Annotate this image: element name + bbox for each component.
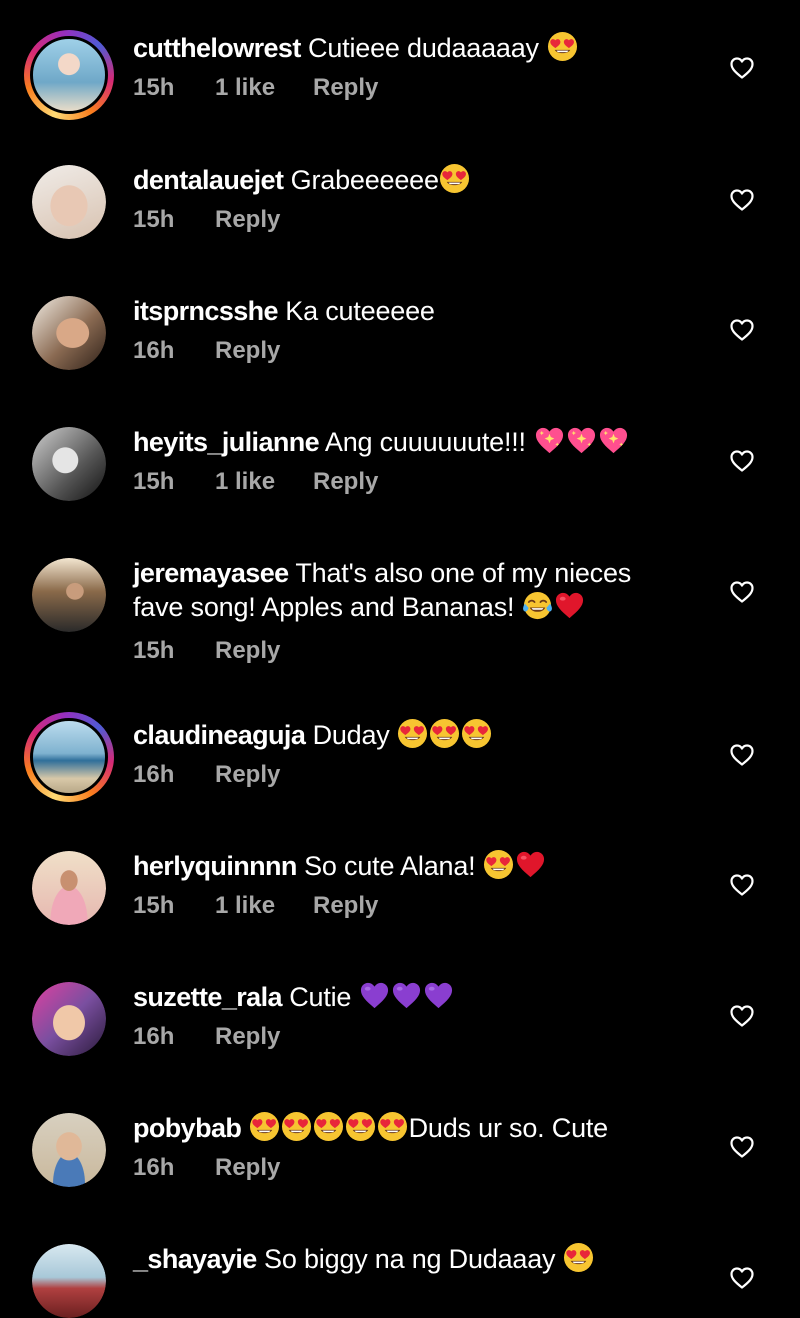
comment-username[interactable]: pobybab	[133, 1113, 242, 1143]
purple-heart-emoji	[359, 982, 391, 1012]
like-heart-icon[interactable]	[730, 874, 754, 896]
heart-eyes-emoji	[439, 163, 471, 195]
avatar[interactable]	[32, 296, 106, 370]
comment-meta: 15h 1 like Reply	[133, 891, 693, 921]
avatar[interactable]	[32, 1244, 106, 1318]
comment-username[interactable]: herlyquinnnn	[133, 851, 297, 881]
red-heart-emoji	[554, 592, 586, 622]
comment-username[interactable]: cutthelowrest	[133, 33, 301, 63]
reply-button[interactable]: Reply	[215, 1022, 280, 1052]
comment-text: Ang cuuuuuute!!!	[324, 427, 526, 457]
comment-time: 15h	[133, 74, 175, 101]
avatar[interactable]	[32, 427, 106, 501]
heart-eyes-emoji	[461, 718, 493, 750]
comment-meta: 15h 1 like Reply	[133, 467, 693, 497]
sparkling-heart-emoji	[565, 427, 597, 457]
heart-eyes-emoji	[249, 1111, 281, 1143]
like-heart-icon[interactable]	[730, 1005, 754, 1027]
comment-time: 16h	[133, 761, 175, 788]
comment-username[interactable]: itsprncsshe	[133, 296, 279, 326]
avatar[interactable]	[30, 36, 108, 114]
heart-eyes-emoji	[281, 1111, 313, 1143]
red-heart-emoji	[515, 851, 547, 881]
like-heart-icon[interactable]	[730, 1267, 754, 1289]
reply-button[interactable]: Reply	[215, 760, 280, 790]
comment-time: 16h	[133, 1023, 175, 1050]
comment-likes[interactable]: 1 like	[215, 891, 313, 921]
comment-time: 15h	[133, 637, 175, 664]
comment-meta: 16h Reply	[133, 1022, 693, 1052]
heart-eyes-emoji	[313, 1111, 345, 1143]
purple-heart-emoji	[391, 982, 423, 1012]
comment-text: Duds ur so. Cute	[408, 1113, 609, 1143]
heart-eyes-emoji	[483, 849, 515, 881]
avatar[interactable]	[32, 165, 106, 239]
reply-button[interactable]: Reply	[313, 73, 378, 103]
reply-button[interactable]: Reply	[215, 1153, 280, 1183]
tears-of-joy-emoji	[522, 591, 554, 622]
comment-time: 16h	[133, 337, 175, 364]
sparkling-heart-emoji	[533, 427, 565, 457]
comment-likes[interactable]: 1 like	[215, 73, 313, 103]
comment-meta: 16h Reply	[133, 760, 693, 790]
comment-username[interactable]: claudineaguja	[133, 720, 306, 750]
sparkling-heart-emoji	[597, 427, 629, 457]
reply-button[interactable]: Reply	[215, 636, 280, 666]
comment-username[interactable]: _shayayie	[133, 1244, 257, 1274]
comment-time: 15h	[133, 468, 175, 495]
comment-meta: 16h Reply	[133, 336, 693, 366]
heart-eyes-emoji	[377, 1111, 409, 1143]
reply-button[interactable]: Reply	[313, 467, 378, 497]
comment-time: 16h	[133, 1154, 175, 1181]
avatar[interactable]	[32, 1113, 106, 1187]
comment-username[interactable]: dentalauejet	[133, 165, 284, 195]
heart-eyes-emoji	[563, 1242, 595, 1274]
heart-eyes-emoji	[546, 31, 578, 63]
comment-meta: 15h Reply	[133, 636, 693, 666]
avatar-story-ring[interactable]	[24, 30, 114, 120]
like-heart-icon[interactable]	[730, 189, 754, 211]
avatar[interactable]	[32, 558, 106, 632]
comment-text: Ka cuteeeee	[285, 296, 435, 326]
like-heart-icon[interactable]	[730, 581, 754, 603]
purple-heart-emoji	[423, 982, 455, 1012]
heart-eyes-emoji	[429, 718, 461, 750]
comment-time: 15h	[133, 892, 175, 919]
like-heart-icon[interactable]	[730, 450, 754, 472]
comment-text: Cutie	[289, 982, 352, 1012]
avatar-story-ring[interactable]	[24, 712, 114, 802]
heart-eyes-emoji	[397, 718, 429, 750]
avatar[interactable]	[32, 982, 106, 1056]
reply-button[interactable]: Reply	[215, 205, 280, 235]
comment-username[interactable]: heyits_julianne	[133, 427, 320, 457]
comment-meta: 15h 1 like Reply	[133, 73, 693, 103]
comment-meta: 16h Reply	[133, 1153, 693, 1183]
comment-text: Duday	[312, 720, 390, 750]
comment-text: Cutieee dudaaaaay	[308, 33, 539, 63]
avatar[interactable]	[30, 718, 108, 796]
like-heart-icon[interactable]	[730, 744, 754, 766]
reply-button[interactable]: Reply	[215, 336, 280, 366]
like-heart-icon[interactable]	[730, 1136, 754, 1158]
like-heart-icon[interactable]	[730, 319, 754, 341]
comment-text: Grabeeeeee	[290, 165, 439, 195]
comment-username[interactable]: jeremayasee	[133, 558, 289, 588]
reply-button[interactable]: Reply	[313, 891, 378, 921]
comment-username[interactable]: suzette_rala	[133, 982, 282, 1012]
heart-eyes-emoji	[345, 1111, 377, 1143]
comment-text: So biggy na ng Dudaaay	[264, 1244, 556, 1274]
comment-time: 15h	[133, 206, 175, 233]
avatar[interactable]	[32, 851, 106, 925]
like-heart-icon[interactable]	[730, 57, 754, 79]
comment-meta: 15h Reply	[133, 205, 693, 235]
comment-likes[interactable]: 1 like	[215, 467, 313, 497]
comment-text: So cute Alana!	[304, 851, 476, 881]
